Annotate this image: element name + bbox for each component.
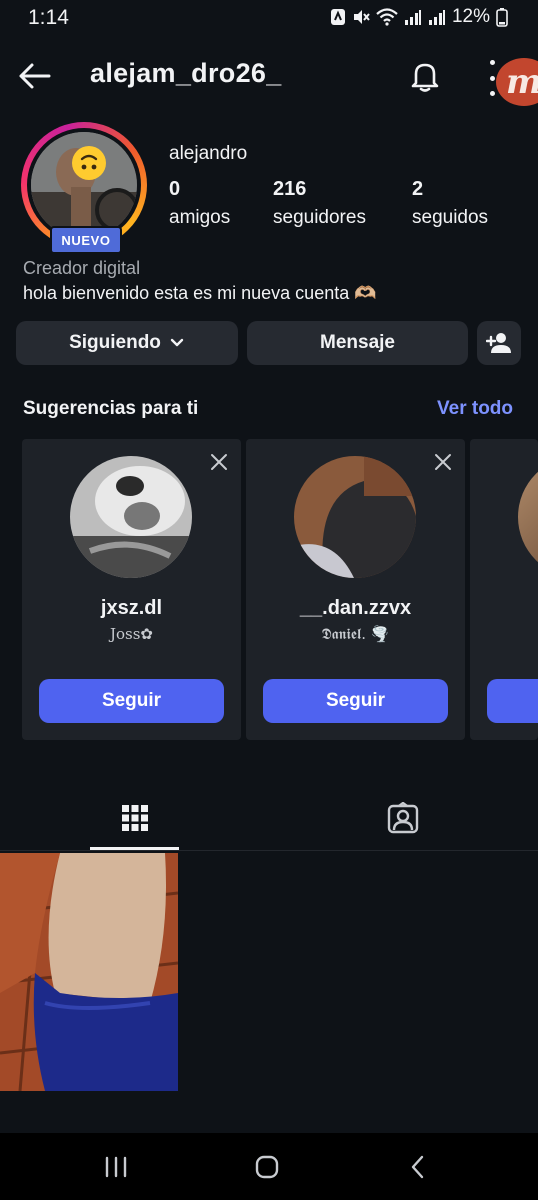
dismiss-button[interactable] [432, 451, 454, 473]
following-button[interactable]: Siguiendo [16, 321, 238, 365]
home-icon [255, 1155, 279, 1179]
follow-button[interactable]: Seguir [39, 679, 224, 723]
new-badge: NUEVO [50, 226, 122, 254]
stat-friends[interactable]: 0 amigos [169, 178, 230, 229]
recent-apps-icon [105, 1156, 127, 1178]
status-time: 1:14 [28, 6, 69, 29]
following-label: Siguiendo [69, 332, 161, 353]
grid-icon [121, 805, 148, 831]
stat-value: 2 [412, 178, 424, 200]
arrow-left-icon [19, 63, 51, 89]
more-vertical-icon [489, 60, 495, 65]
suggestion-card[interactable]: __.dan.zzvx 𝕯𝖆𝖓𝖎𝖊𝖑. 🌪️ Seguir [246, 439, 465, 740]
post-thumbnail[interactable] [0, 853, 178, 1091]
suggestion-avatar[interactable] [294, 456, 416, 578]
follow-button[interactable] [487, 679, 538, 723]
suggestion-card[interactable] [470, 439, 538, 740]
suggestion-avatar[interactable] [70, 456, 192, 578]
stat-value: 216 [273, 178, 307, 200]
back-nav-button[interactable] [394, 1145, 442, 1189]
profile-bio: hola bienvenido esta es mi nueva cuenta … [23, 283, 377, 303]
home-button[interactable] [243, 1145, 291, 1189]
suggestion-card[interactable]: jxsz.dl Joss✿ Seguir [22, 439, 241, 740]
suggestion-name: Joss✿ [109, 625, 153, 643]
chevron-left-icon [411, 1155, 424, 1179]
profile-username: alejam_dro26_ [90, 58, 282, 88]
tabs-divider [0, 850, 538, 851]
tab-posts-grid[interactable] [90, 790, 179, 846]
battery-icon [496, 8, 508, 27]
dismiss-button[interactable] [208, 451, 230, 473]
stat-value: 0 [169, 178, 181, 200]
stat-label: amigos [169, 207, 231, 228]
stat-label: seguidos [412, 207, 489, 228]
add-person-button[interactable] [477, 321, 521, 365]
status-icons: 12% [330, 6, 508, 28]
tagged-person-icon [387, 802, 418, 834]
tab-tagged[interactable] [358, 790, 447, 846]
stat-following[interactable]: 2 seguidos [412, 178, 488, 229]
chevron-down-icon [170, 338, 184, 347]
suggestions-title: Sugerencias para ti [23, 398, 199, 419]
stat-followers[interactable]: 216 seguidores [273, 178, 366, 229]
wifi-icon [376, 8, 398, 26]
message-button[interactable]: Mensaje [247, 321, 468, 365]
person-add-icon [486, 333, 511, 353]
upside-down-face-icon [72, 146, 106, 180]
nfc-icon [330, 9, 345, 25]
close-icon [211, 454, 227, 470]
close-icon [435, 454, 451, 470]
signal-2-icon [428, 10, 445, 25]
battery-text: 12% [451, 6, 490, 27]
stat-label: seguidores [273, 207, 366, 228]
see-all-link[interactable]: Ver todo [437, 398, 513, 420]
suggestion-name: 𝕯𝖆𝖓𝖎𝖊𝖑. 🌪️ [321, 625, 390, 643]
suggestion-avatar[interactable] [518, 456, 538, 578]
back-button[interactable] [14, 56, 54, 96]
profile-category: Creador digital [23, 258, 141, 278]
signal-icon [404, 10, 421, 25]
notifications-button[interactable] [405, 56, 445, 96]
suggestion-username[interactable]: __.dan.zzvx [246, 597, 465, 620]
follow-button[interactable]: Seguir [263, 679, 448, 723]
recents-button[interactable] [92, 1145, 140, 1189]
mute-icon [353, 10, 370, 24]
brand-badge-logo: m [496, 58, 538, 106]
display-name: alejandro [169, 143, 248, 164]
bell-icon [411, 63, 439, 92]
suggestion-username[interactable]: jxsz.dl [22, 597, 241, 620]
